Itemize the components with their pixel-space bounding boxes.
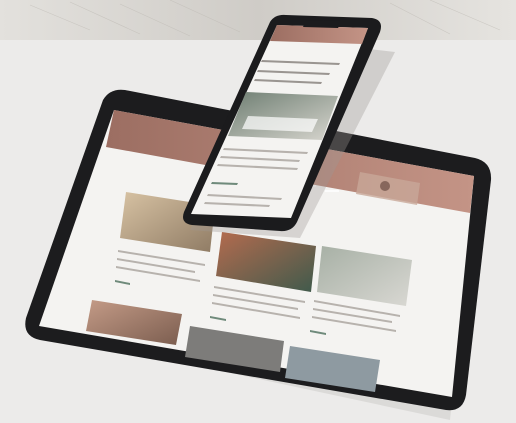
phone-hero-photo	[228, 92, 338, 140]
phone-header	[270, 25, 368, 44]
fabric-texture	[0, 0, 516, 40]
device-mockup-scene	[0, 0, 516, 420]
phone-notch	[303, 20, 342, 28]
